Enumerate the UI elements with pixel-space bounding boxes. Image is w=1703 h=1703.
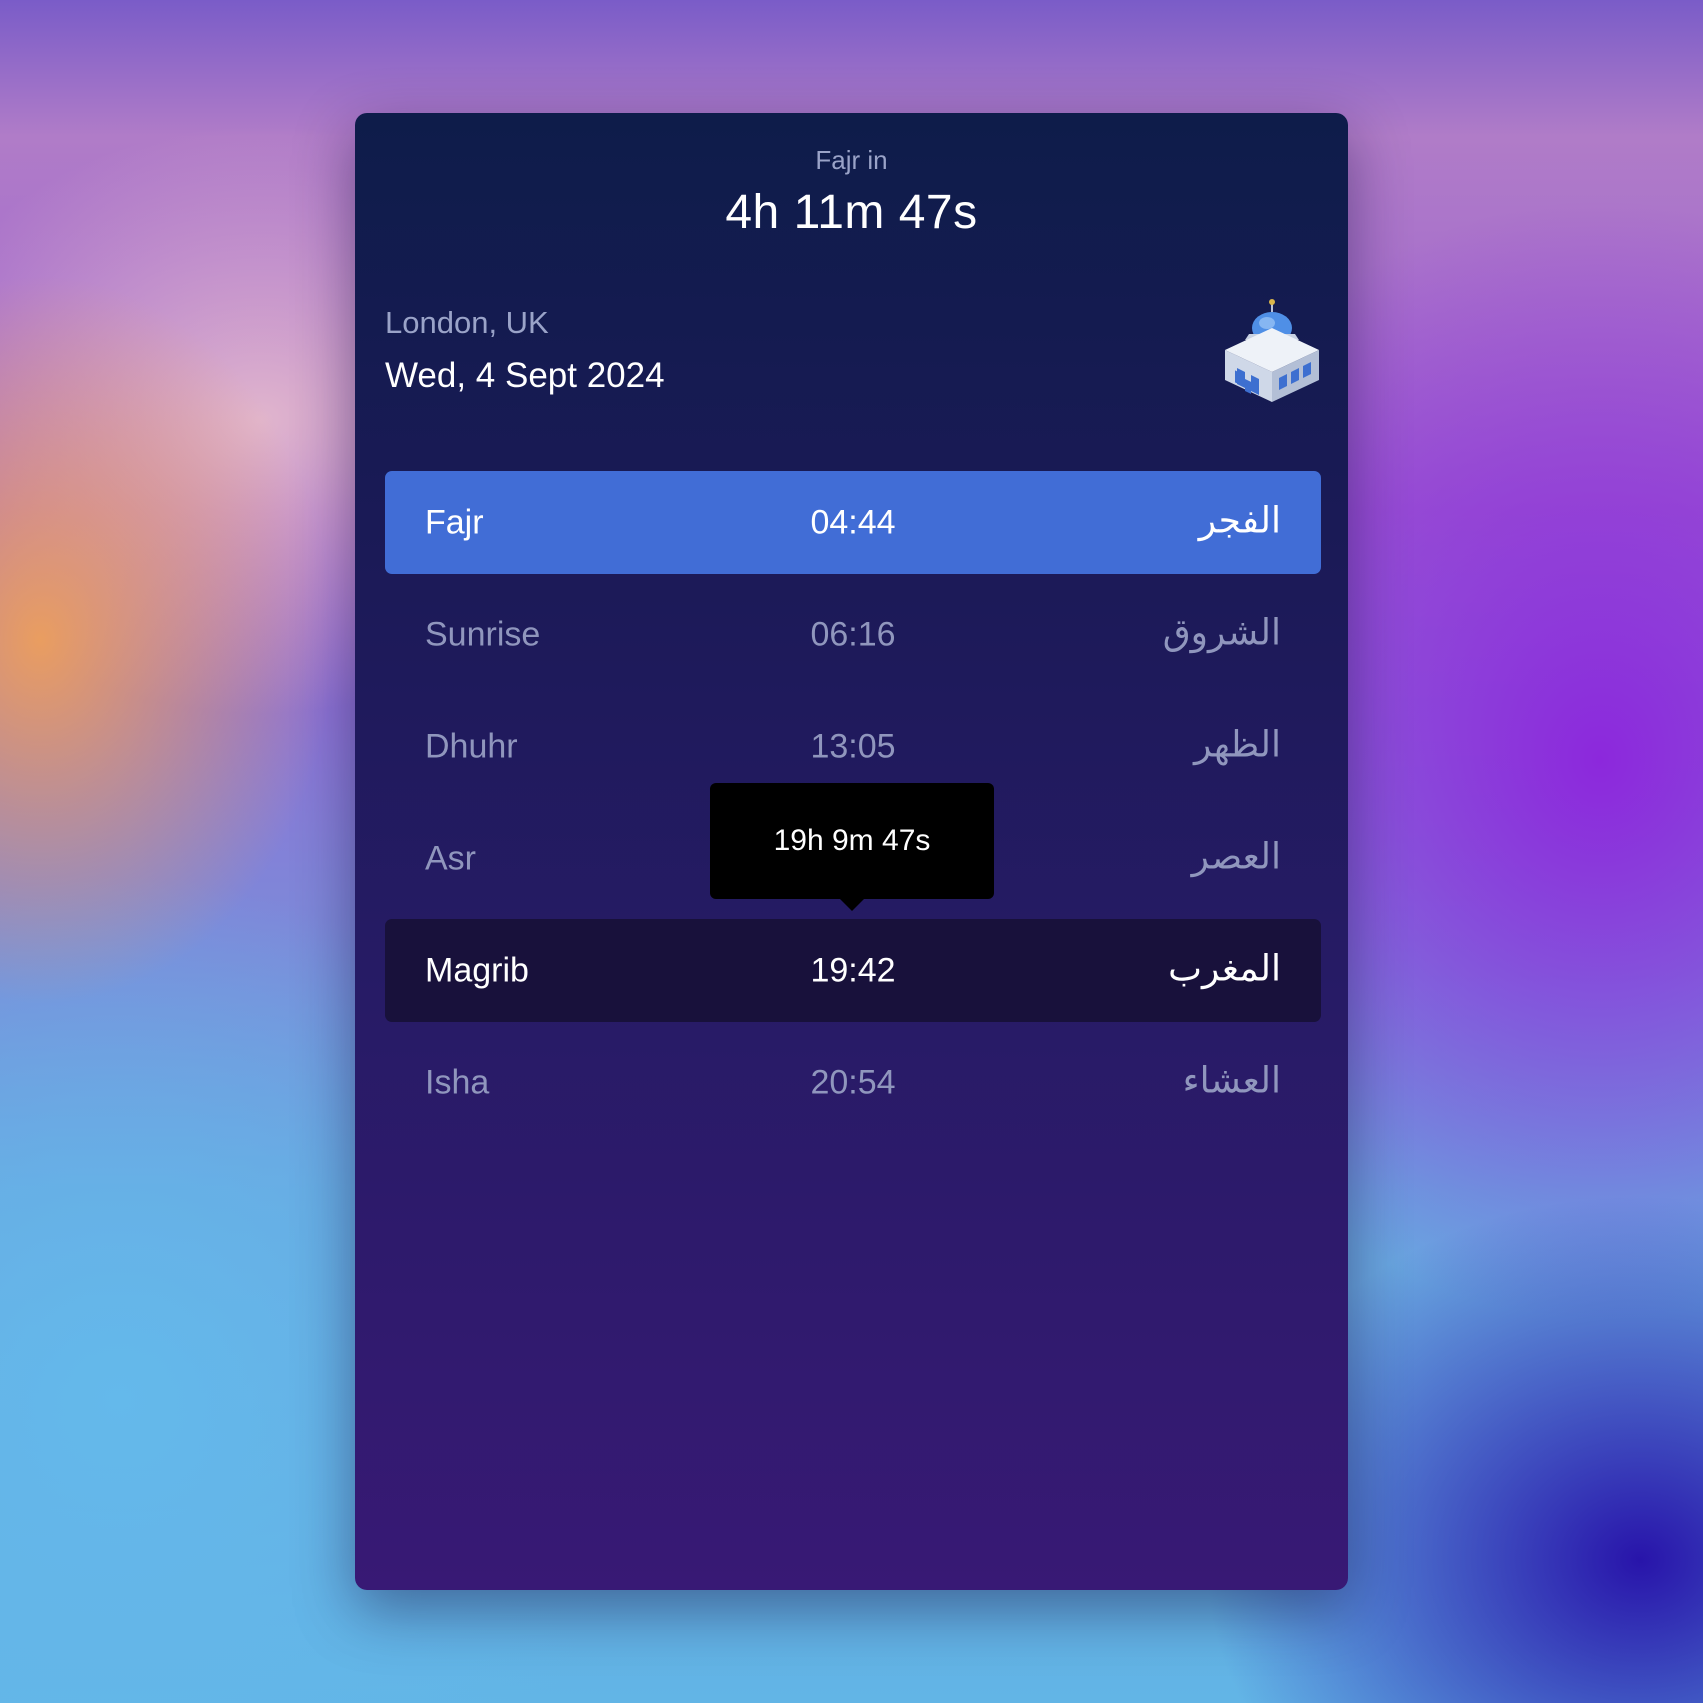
prayer-arabic-name: العشاء — [1182, 1059, 1281, 1101]
prayer-row-magrib[interactable]: Magrib 19:42 المغرب — [385, 919, 1321, 1022]
prayer-time: 20:54 — [810, 1063, 896, 1101]
tooltip-arrow — [840, 899, 864, 911]
time-remaining-tooltip: 19h 9m 47s — [710, 783, 994, 911]
mosque-icon — [1225, 299, 1319, 402]
prayer-arabic-name: العصر — [1191, 835, 1281, 877]
prayer-arabic-name: المغرب — [1168, 947, 1281, 989]
prayer-arabic-name: الشروق — [1162, 611, 1281, 653]
prayer-time: 04:44 — [810, 503, 896, 541]
prayer-row-sunrise[interactable]: Sunrise 06:16 الشروق — [385, 583, 1321, 686]
prayer-arabic-name: الظهر — [1194, 723, 1281, 765]
prayer-times-window: Fajr in 4h 11m 47s London, UK Wed, 4 Sep… — [355, 113, 1348, 1590]
countdown-label: Fajr in — [815, 145, 888, 175]
prayer-row-isha[interactable]: Isha 20:54 العشاء — [385, 1031, 1321, 1134]
countdown-value: 4h 11m 47s — [725, 186, 978, 239]
prayer-time: 13:05 — [810, 727, 896, 765]
tooltip-text: 19h 9m 47s — [773, 824, 931, 857]
prayer-name: Asr — [425, 839, 476, 877]
prayer-arabic-name: الفجر — [1198, 499, 1281, 541]
date-label: Wed, 4 Sept 2024 — [385, 356, 665, 395]
prayer-row-fajr[interactable]: Fajr 04:44 الفجر — [385, 471, 1321, 574]
location-label: London, UK — [385, 305, 549, 340]
